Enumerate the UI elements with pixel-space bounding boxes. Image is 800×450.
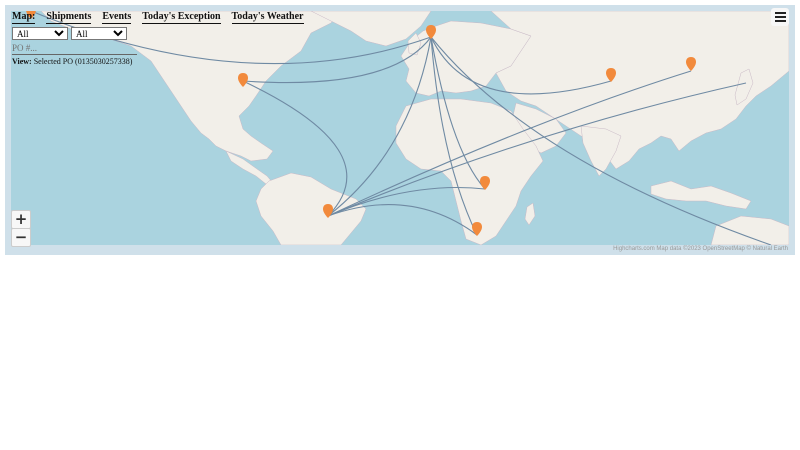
map-credits[interactable]: Highcharts.com Map data ©2023 OpenStreet… xyxy=(613,246,788,252)
view-selected-po: Selected PO (0135030257338) xyxy=(33,57,133,66)
top-navigation: Map: Shipments Events Today's Exception … xyxy=(12,11,304,24)
view-status: View: Selected PO (0135030257338) xyxy=(12,57,132,66)
view-label: View: xyxy=(12,57,32,66)
map-label: Map: xyxy=(12,11,36,24)
menu-bar xyxy=(774,12,786,14)
menu-bar xyxy=(774,20,786,22)
filter-select-2[interactable]: All xyxy=(71,27,127,40)
po-search-input[interactable] xyxy=(12,42,137,55)
tab-events[interactable]: Events xyxy=(102,11,132,24)
filter-select-1[interactable]: All xyxy=(12,27,68,40)
tab-todays-weather[interactable]: Today's Weather xyxy=(231,11,304,24)
tab-todays-exception[interactable]: Today's Exception xyxy=(142,11,221,24)
zoom-in-icon[interactable]: + xyxy=(11,210,31,229)
filter-selects: All All xyxy=(12,27,127,40)
zoom-out-icon[interactable]: − xyxy=(11,228,31,247)
menu-bar xyxy=(774,16,786,18)
tab-shipments[interactable]: Shipments xyxy=(46,11,92,24)
hamburger-menu-icon[interactable] xyxy=(771,8,789,26)
